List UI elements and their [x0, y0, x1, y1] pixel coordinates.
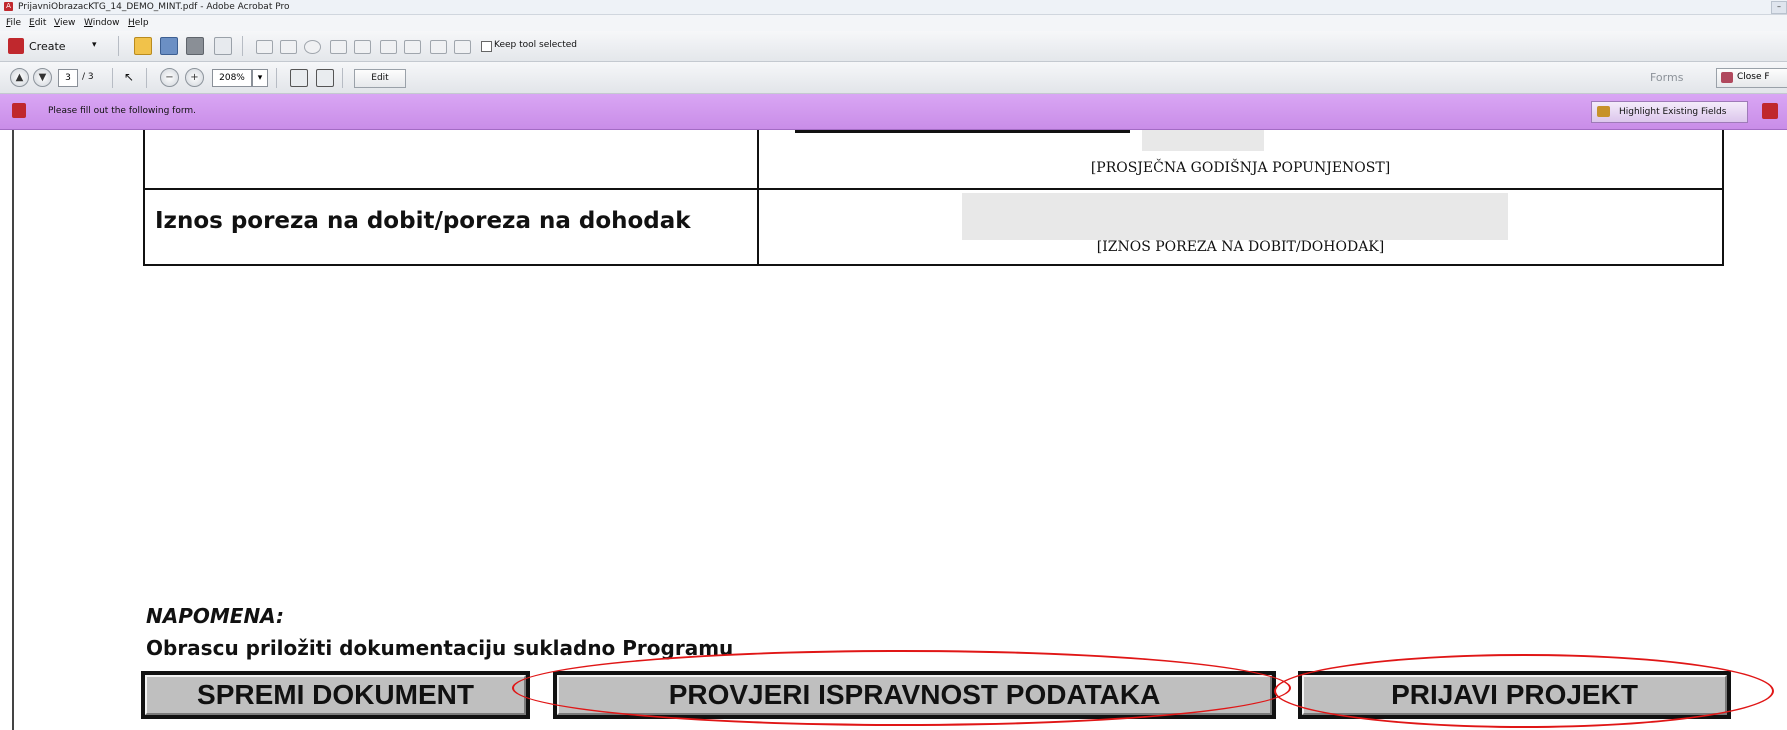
note-title: NAPOMENA: — [146, 604, 285, 628]
occupancy-caption: [PROSJEČNA GODIŠNJA POPUNJENOST] — [1090, 160, 1391, 176]
create-icon — [8, 38, 24, 54]
forms-panel-icon[interactable] — [1762, 103, 1778, 119]
tax-amount-field[interactable] — [962, 193, 1508, 240]
create-button[interactable]: Create — [29, 40, 66, 53]
save-document-label: SPREMI DOKUMENT — [197, 679, 474, 710]
form-message: Please fill out the following form. — [48, 106, 196, 116]
close-form-icon — [1721, 72, 1733, 83]
acrobat-app-icon: A — [4, 2, 13, 11]
zoom-in-icon[interactable]: + — [185, 68, 204, 87]
field-underline — [795, 130, 1130, 133]
full-screen-icon[interactable] — [316, 69, 334, 87]
table-border-right — [1722, 130, 1724, 266]
date-field-tool-icon[interactable] — [454, 40, 471, 54]
occupancy-field[interactable] — [1142, 130, 1264, 151]
toolbar-separator — [112, 68, 113, 88]
navigation-toolbar: ▲ ▼ 3 / 3 ↖ − + 208% ▾ Edit Forms Close … — [0, 62, 1787, 94]
highlight-fields-button[interactable]: Highlight Existing Fields — [1591, 101, 1748, 123]
page-left-edge — [12, 130, 14, 730]
zoom-dropdown-icon[interactable]: ▾ — [252, 69, 268, 87]
zoom-input[interactable]: 208% — [212, 69, 252, 87]
toolbar-separator — [276, 68, 277, 88]
select-tool-icon[interactable]: ↖ — [124, 70, 134, 84]
print-icon[interactable] — [186, 37, 204, 55]
barcode-tool-icon[interactable] — [430, 40, 447, 54]
toolbar-separator — [342, 68, 343, 88]
text-field-tool-icon[interactable] — [256, 40, 273, 54]
menu-file[interactable]: File — [6, 15, 21, 31]
highlight-fields-icon — [1597, 106, 1610, 117]
save-icon[interactable] — [160, 37, 178, 55]
window-titlebar: A PrijavniObrazacKTG_14_DEMO_MINT.pdf - … — [0, 0, 1787, 15]
toolbar-separator — [242, 36, 243, 56]
main-toolbar: Create ▾ Keep tool selected — [0, 31, 1787, 62]
checkbox-tool-icon[interactable] — [280, 40, 297, 54]
signature-tool-icon[interactable] — [404, 40, 421, 54]
toolbar-separator — [146, 68, 147, 88]
previous-page-icon[interactable]: ▲ — [10, 68, 29, 87]
annotation-ellipse-submit — [1274, 654, 1774, 728]
table-row-divider — [143, 188, 1724, 190]
radio-tool-icon[interactable] — [304, 40, 321, 54]
fit-page-icon[interactable] — [290, 69, 308, 87]
zoom-out-icon[interactable]: − — [160, 68, 179, 87]
annotation-ellipse-verify — [512, 650, 1291, 726]
menu-view[interactable]: View — [54, 15, 75, 31]
save-document-button[interactable]: SPREMI DOKUMENT — [141, 671, 530, 719]
menu-help[interactable]: Help — [128, 15, 149, 31]
minimize-button[interactable]: – — [1771, 1, 1787, 14]
table-border-left — [143, 130, 145, 266]
close-form-label: Close F — [1737, 72, 1770, 82]
dropdown-tool-icon[interactable] — [354, 40, 371, 54]
page-total: / 3 — [82, 72, 94, 82]
window-title: PrijavniObrazacKTG_14_DEMO_MINT.pdf - Ad… — [18, 2, 290, 12]
next-page-icon[interactable]: ▼ — [33, 68, 52, 87]
edit-document-icon[interactable] — [214, 37, 232, 55]
menu-bar: File Edit View Window Help — [0, 15, 1787, 31]
document-page: [PROSJEČNA GODIŠNJA POPUNJENOST] Iznos p… — [0, 130, 1787, 730]
keep-tool-label: Keep tool selected — [494, 40, 577, 50]
create-dropdown-icon[interactable]: ▾ — [92, 40, 97, 50]
forms-label[interactable]: Forms — [1650, 71, 1683, 84]
toolbar-separator — [118, 36, 119, 56]
form-message-bar: Please fill out the following form. High… — [0, 94, 1787, 130]
form-icon — [12, 103, 26, 118]
table-border-bottom — [143, 264, 1724, 266]
highlight-fields-label: Highlight Existing Fields — [1619, 107, 1727, 117]
open-folder-icon[interactable] — [134, 37, 152, 55]
list-box-tool-icon[interactable] — [330, 40, 347, 54]
page-number-input[interactable]: 3 — [58, 69, 78, 87]
edit-button[interactable]: Edit — [354, 69, 406, 88]
tax-caption: [IZNOS POREZA NA DOBIT/DOHODAK] — [1096, 239, 1385, 255]
menu-window[interactable]: Window — [84, 15, 120, 31]
button-tool-icon[interactable] — [380, 40, 397, 54]
tax-row-label: Iznos poreza na dobit/poreza na dohodak — [155, 208, 691, 234]
keep-tool-checkbox[interactable] — [481, 41, 492, 52]
menu-edit[interactable]: Edit — [29, 15, 46, 31]
note-text: Obrascu priložiti dokumentaciju sukladno… — [146, 636, 734, 660]
close-form-button[interactable]: Close F — [1716, 68, 1787, 88]
